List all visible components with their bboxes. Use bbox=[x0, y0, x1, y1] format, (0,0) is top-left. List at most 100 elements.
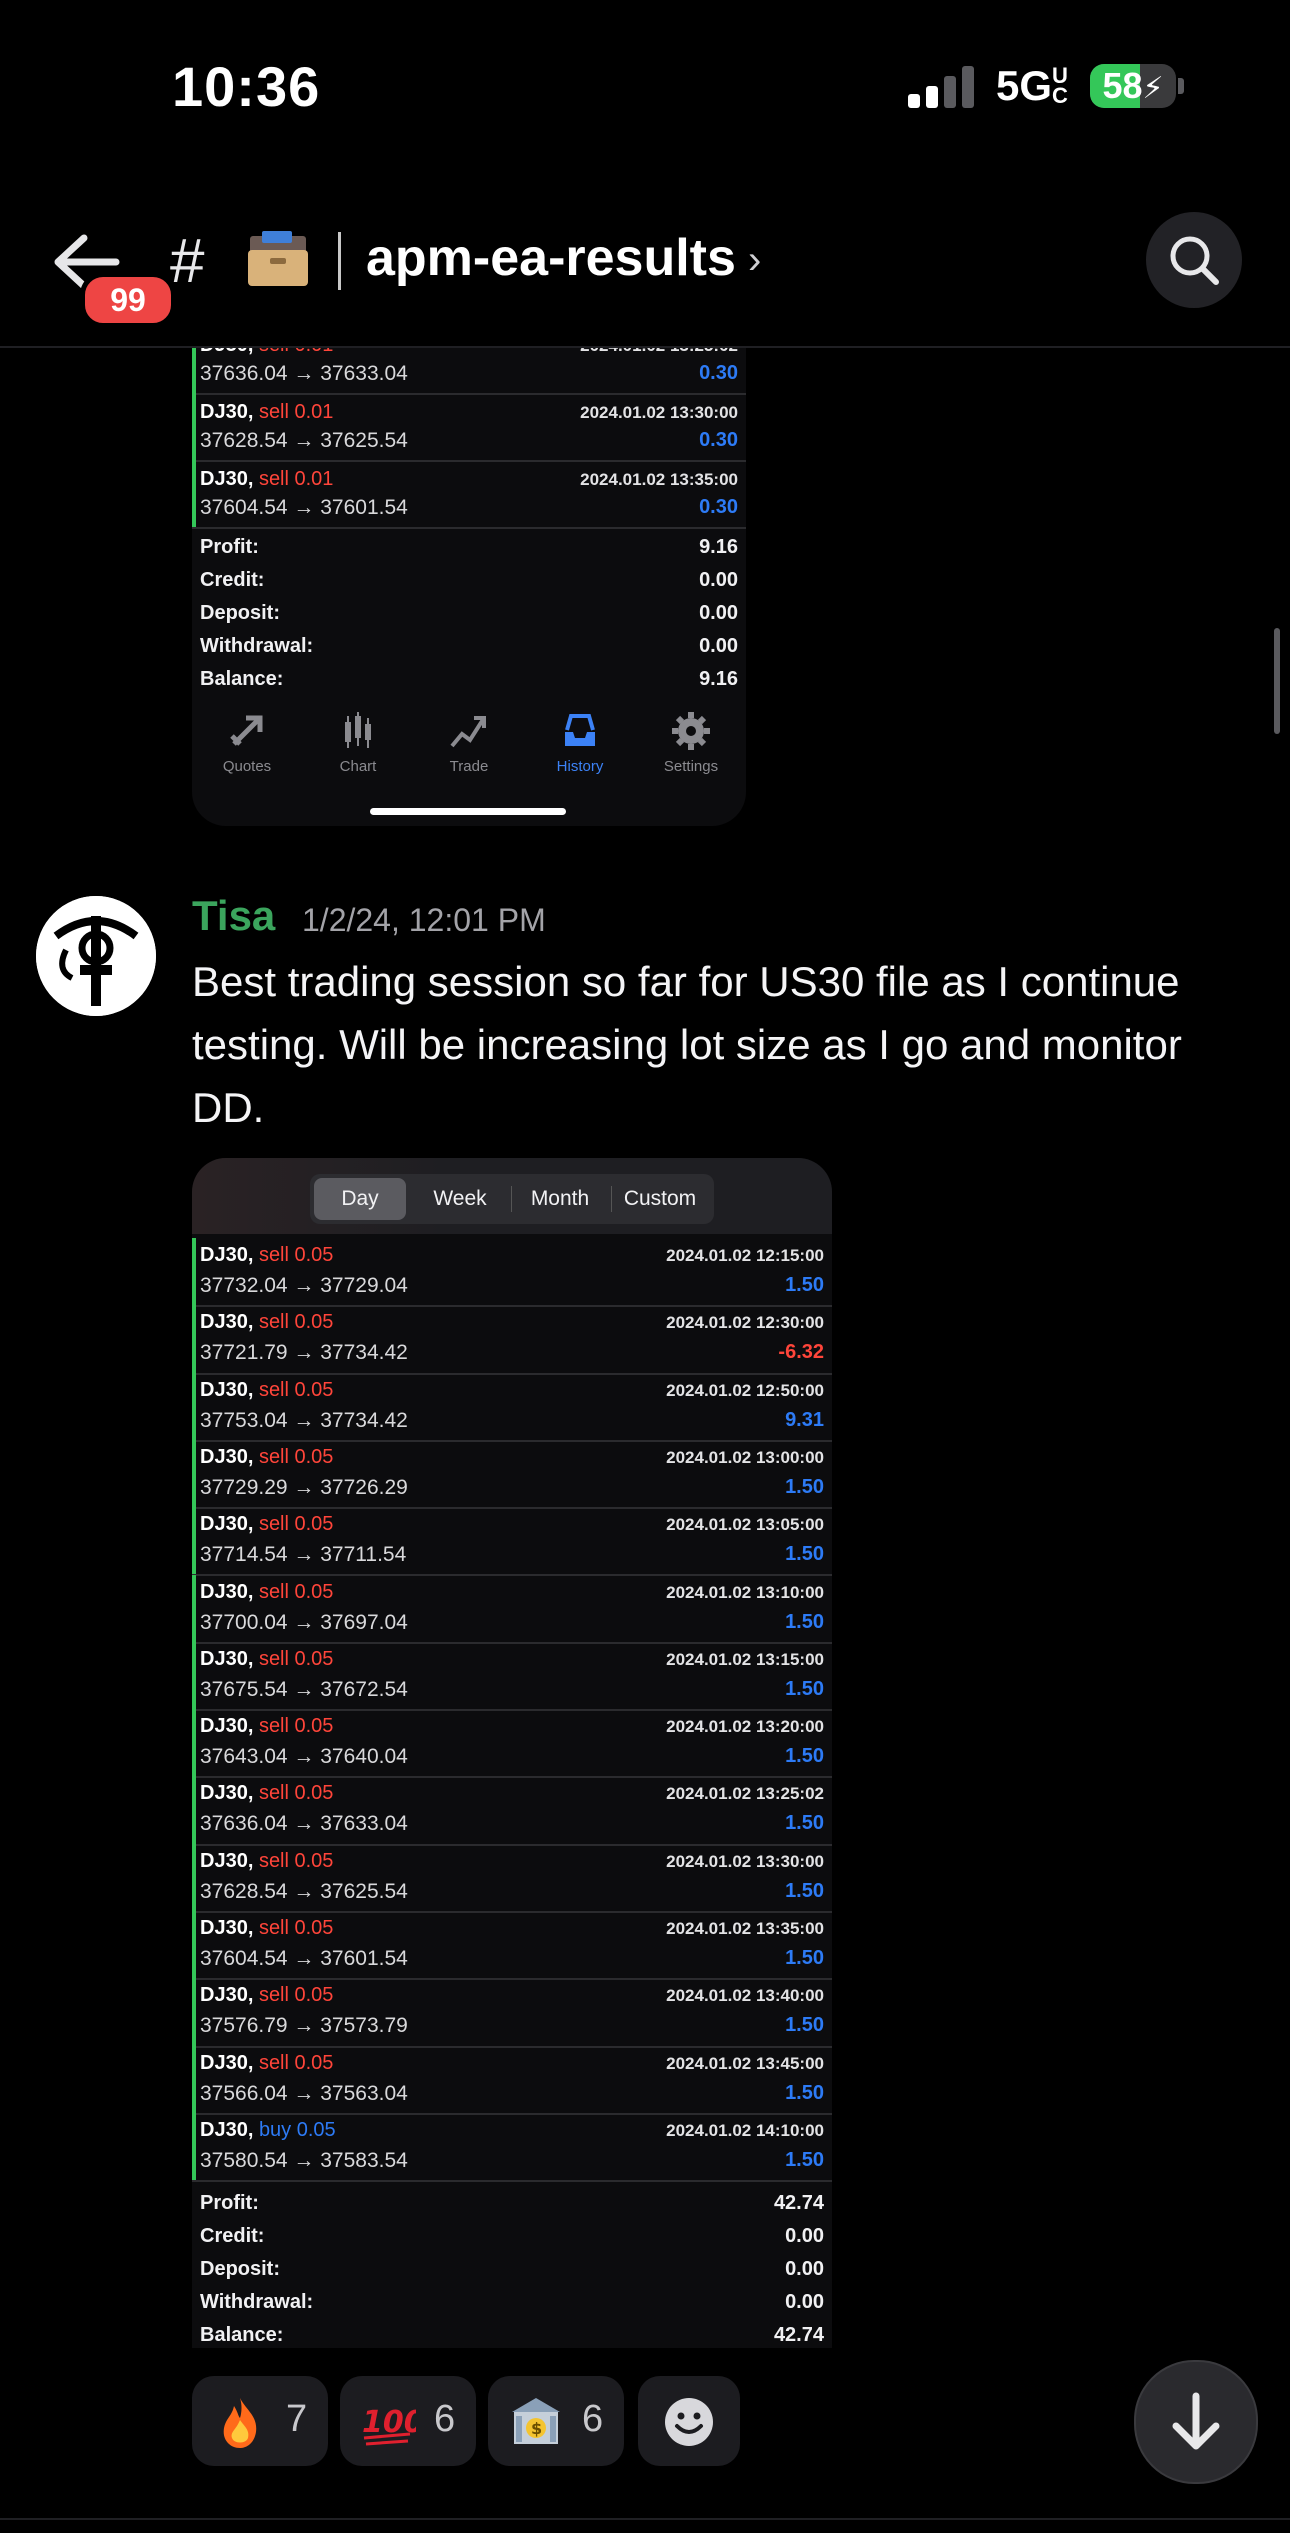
row-accent-bar bbox=[192, 1911, 196, 1979]
trade-datetime: 2024.01.02 13:25:02 bbox=[666, 1784, 824, 1804]
segment-custom[interactable]: Custom bbox=[612, 1174, 708, 1224]
trade-price: 37714.54 → 37711.54 bbox=[200, 1543, 407, 1567]
row-accent-bar bbox=[192, 348, 196, 393]
trade-profit: 1.50 bbox=[785, 1543, 824, 1566]
trade-row[interactable]: DJ30, sell 0.05 2024.01.02 13:40:00 37576.… bbox=[192, 1978, 832, 2048]
summary-row: Balance: 42.74 bbox=[200, 2324, 824, 2348]
symbol-label: DJ30, bbox=[200, 1513, 254, 1536]
trade-row[interactable]: DJ30, sell 0.05 2024.01.02 12:15:00 37732.… bbox=[192, 1238, 832, 1308]
symbol-label: DJ30, bbox=[200, 1849, 254, 1872]
summary-row: Deposit: 0.00 bbox=[200, 602, 738, 630]
trade-symbol: DJ30, sell 0.05 bbox=[200, 1917, 333, 1940]
row-accent-bar bbox=[192, 1439, 196, 1508]
row-accent-bar bbox=[192, 1238, 196, 1306]
reaction-bank[interactable]: $ 6 bbox=[488, 2376, 624, 2466]
trade-datetime: 2024.01.02 12:15:00 bbox=[666, 1246, 824, 1265]
summary-value: 42.74 bbox=[773, 2324, 824, 2347]
trade-row[interactable]: DJ30, buy 0.05 2024.01.02 14:10:00 37580.5… bbox=[192, 2112, 832, 2183]
tab-trade[interactable]: Trade bbox=[414, 706, 524, 786]
trade-row[interactable]: DJ30, sell 0.05 2024.01.02 13:10:00 37700.… bbox=[192, 1574, 832, 1644]
segment-day[interactable]: Day bbox=[314, 1178, 406, 1220]
trade-price: 37604.54 → 37601.54 bbox=[200, 496, 408, 519]
symbol-label: DJ30, bbox=[200, 2051, 254, 2074]
trade-row[interactable]: DJ30, sell 0.05 2024.01.02 13:15:00 37675.… bbox=[192, 1641, 832, 1712]
search-button[interactable] bbox=[1146, 212, 1242, 308]
trade-row[interactable]: DJ30, sell 0.05 2024.01.02 13:05:00 37714.… bbox=[192, 1507, 832, 1577]
trade-action: sell 0.01 bbox=[258, 401, 334, 423]
trade-row[interactable]: DJ30, sell 0.05 2024.01.02 12:50:00 37753.… bbox=[192, 1372, 832, 1442]
avatar[interactable] bbox=[36, 896, 156, 1016]
reaction-fire[interactable]: 7 bbox=[192, 2376, 328, 2466]
summary-value: 42.74 bbox=[773, 2192, 824, 2215]
symbol-label: DJ30, bbox=[200, 401, 254, 423]
summary-label: Credit: bbox=[200, 569, 265, 591]
trade-symbol: DJ30, sell 0.05 bbox=[200, 1850, 333, 1873]
trade-symbol: DJ30, sell 0.05 bbox=[200, 1244, 333, 1267]
trade-price: 37628.54 → 37625.54 bbox=[200, 429, 408, 452]
period-segmented-control: Day Week Month Custom bbox=[310, 1174, 714, 1224]
reaction-hundred[interactable]: 100 6 bbox=[340, 2376, 476, 2466]
attachment-image-history-2[interactable]: Day Week Month Custom DJ30, sell 0.05 2024.0… bbox=[192, 1158, 832, 2348]
chevron-right-icon[interactable]: › bbox=[748, 238, 761, 283]
bank-icon: $ bbox=[512, 2398, 560, 2444]
summary-value: 0.00 bbox=[699, 602, 738, 624]
tab-quotes[interactable]: Quotes bbox=[192, 706, 302, 786]
message-author[interactable]: Tisa bbox=[192, 892, 275, 940]
summary-label: Withdrawal: bbox=[200, 635, 314, 657]
header-divider bbox=[338, 232, 341, 290]
quotes-icon bbox=[230, 715, 263, 746]
trade-row[interactable]: DJ30, sell 0.05 2024.01.02 12:30:00 37721.… bbox=[192, 1305, 832, 1375]
segment-week[interactable]: Week bbox=[412, 1174, 508, 1224]
trade-symbol: DJ30, sell 0.05 bbox=[200, 1648, 333, 1671]
symbol-label: DJ30, bbox=[200, 1647, 254, 1670]
tab-settings[interactable]: Settings bbox=[636, 706, 746, 786]
jump-to-bottom-button[interactable] bbox=[1134, 2360, 1258, 2484]
message-text: Best trading session so far for US30 fil… bbox=[192, 958, 1182, 1131]
attachment-image-history-1[interactable]: DJ30, sell 0.01 2024.01.02 13:25:02 37636.… bbox=[192, 348, 746, 826]
trade-row[interactable]: DJ30, sell 0.05 2024.01.02 13:25:02 37636.… bbox=[192, 1776, 832, 1846]
summary-value: 0.00 bbox=[785, 2225, 824, 2248]
trade-datetime: 2024.01.02 13:45:00 bbox=[666, 2053, 824, 2073]
summary-value: 0.00 bbox=[785, 2291, 824, 2314]
trade-row[interactable]: DJ30, sell 0.01 2024.01.02 13:30:00 37628.… bbox=[192, 393, 746, 462]
trade-row[interactable]: DJ30, sell 0.05 2024.01.02 13:00:00 37729.… bbox=[192, 1439, 832, 1510]
trade-action: sell 0.05 bbox=[258, 1311, 334, 1334]
trade-datetime: 2024.01.02 14:10:00 bbox=[666, 2120, 824, 2140]
hundred-points-icon: 100 bbox=[362, 2405, 416, 2446]
row-accent-bar bbox=[192, 1843, 196, 1911]
trade-action: sell 0.05 bbox=[258, 1647, 334, 1670]
period-segment-bar: Day Week Month Custom bbox=[192, 1158, 832, 1234]
trade-symbol: DJ30, sell 0.05 bbox=[200, 1379, 333, 1402]
scrollbar[interactable] bbox=[1274, 628, 1280, 734]
trade-row[interactable]: DJ30, sell 0.01 2024.01.02 13:35:00 37604.… bbox=[192, 460, 746, 529]
trade-datetime: 2024.01.02 13:15:00 bbox=[666, 1649, 824, 1669]
trade-action: sell 0.05 bbox=[258, 2051, 334, 2074]
tab-label: Settings bbox=[663, 758, 719, 775]
trade-row[interactable]: DJ30, sell 0.05 2024.01.02 13:35:00 37604.… bbox=[192, 1911, 832, 1981]
trade-price: 37732.04 → 37729.04 bbox=[200, 1274, 408, 1297]
summary-row: Withdrawal: 0.00 bbox=[200, 635, 738, 663]
trade-price: 37576.79 → 37573.79 bbox=[200, 2014, 408, 2038]
trade-profit: 1.50 bbox=[785, 2148, 824, 2171]
trade-profit: 1.50 bbox=[785, 1812, 824, 1835]
trade-symbol: DJ30, sell 0.05 bbox=[200, 1581, 333, 1604]
add-reaction-button[interactable] bbox=[638, 2376, 740, 2466]
trade-row[interactable]: DJ30, sell 0.01 2024.01.02 13:25:02 37636.… bbox=[192, 348, 746, 395]
channel-name[interactable]: apm-ea-results bbox=[366, 228, 736, 288]
trade-row[interactable]: DJ30, sell 0.05 2024.01.02 13:20:00 37643.… bbox=[192, 1709, 832, 1779]
signal-icon bbox=[908, 66, 974, 108]
battery-level: 58⚡ bbox=[1102, 65, 1164, 106]
trade-row[interactable]: DJ30, sell 0.05 2024.01.02 13:30:00 37628.… bbox=[192, 1843, 832, 1913]
trade-datetime: 2024.01.02 13:30:00 bbox=[666, 1851, 824, 1871]
svg-text:$: $ bbox=[531, 2419, 542, 2438]
trade-action: sell 0.01 bbox=[258, 468, 334, 490]
tab-chart[interactable]: Chart bbox=[303, 706, 413, 786]
trade-action: sell 0.05 bbox=[258, 1984, 334, 2007]
trade-symbol: DJ30, sell 0.05 bbox=[200, 1311, 333, 1334]
summary-row: Withdrawal: 0.00 bbox=[200, 2291, 824, 2319]
tab-history[interactable]: History bbox=[525, 706, 635, 786]
trade-row[interactable]: DJ30, sell 0.05 2024.01.02 13:45:00 37566.… bbox=[192, 2045, 832, 2115]
segment-month[interactable]: Month bbox=[512, 1174, 608, 1224]
file-box-icon bbox=[248, 231, 308, 286]
summary-row: Balance: 9.16 bbox=[200, 668, 738, 696]
